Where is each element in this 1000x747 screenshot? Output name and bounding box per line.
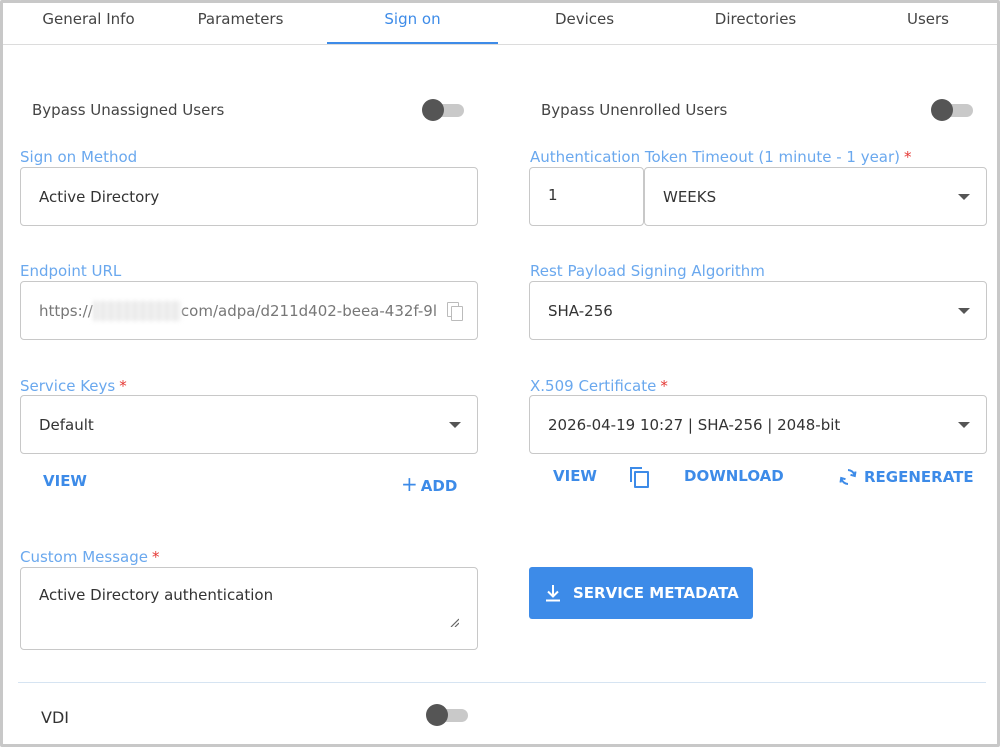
- vdi-label: VDI: [41, 708, 69, 727]
- custom-message-value: Active Directory authentication: [39, 586, 274, 604]
- auth-timeout-amount-value: 1: [548, 186, 558, 204]
- plus-icon: +: [401, 472, 418, 496]
- sign-on-method-value: Active Directory: [39, 187, 160, 206]
- certificate-regenerate-button[interactable]: REGENERATE: [838, 467, 974, 487]
- bypass-unenrolled-label: Bypass Unenrolled Users: [541, 101, 728, 119]
- service-metadata-button[interactable]: SERVICE METADATA: [529, 567, 753, 619]
- tab-parameters[interactable]: Parameters: [155, 3, 326, 44]
- auth-timeout-label: Authentication Token Timeout (1 minute -…: [530, 148, 912, 166]
- toggle-knob: [931, 99, 953, 121]
- service-keys-add-button[interactable]: + ADD: [401, 472, 457, 496]
- chevron-down-icon: [958, 307, 970, 314]
- bypass-unassigned-toggle[interactable]: [422, 99, 464, 121]
- download-icon: [546, 585, 560, 602]
- rest-payload-label: Rest Payload Signing Algorithm: [530, 262, 765, 280]
- sign-on-method-field[interactable]: Active Directory: [20, 167, 478, 226]
- auth-timeout-amount-input[interactable]: 1: [529, 167, 644, 226]
- rest-payload-select[interactable]: SHA-256: [529, 281, 987, 340]
- certificate-label: X.509 Certificate *: [530, 377, 668, 395]
- regenerate-label: REGENERATE: [864, 468, 974, 486]
- tab-general-info[interactable]: General Info: [3, 3, 174, 44]
- required-mark: *: [904, 148, 912, 166]
- tab-bar: General Info Parameters Sign on Devices …: [3, 3, 997, 45]
- certificate-value: 2026-04-19 10:27 | SHA-256 | 2048-bit: [548, 415, 841, 434]
- required-mark: *: [660, 377, 668, 395]
- certificate-select[interactable]: 2026-04-19 10:27 | SHA-256 | 2048-bit: [529, 395, 987, 454]
- tab-devices[interactable]: Devices: [499, 3, 670, 44]
- refresh-icon: [839, 469, 857, 485]
- bypass-unenrolled-toggle[interactable]: [931, 99, 973, 121]
- endpoint-url-label: Endpoint URL: [20, 262, 122, 280]
- chevron-down-icon: [958, 193, 970, 200]
- endpoint-url-suffix: com/adpa/d211d402-beea-432f-9l: [180, 301, 437, 320]
- custom-message-label: Custom Message *: [20, 548, 159, 566]
- certificate-download-button[interactable]: DOWNLOAD: [684, 467, 784, 485]
- endpoint-url-prefix: https://: [39, 301, 93, 320]
- certificate-view-button[interactable]: VIEW: [553, 467, 597, 485]
- toggle-knob: [422, 99, 444, 121]
- service-keys-label-text: Service Keys: [20, 377, 116, 395]
- service-keys-view-button[interactable]: VIEW: [43, 472, 87, 490]
- auth-timeout-label-text: Authentication Token Timeout (1 minute -…: [530, 148, 901, 166]
- chevron-down-icon: [449, 421, 461, 428]
- required-mark: *: [151, 548, 160, 566]
- redacted-host: [92, 300, 181, 321]
- service-keys-label: Service Keys *: [20, 377, 127, 395]
- service-keys-select[interactable]: Default: [20, 395, 478, 454]
- resize-grip-icon[interactable]: [449, 617, 459, 627]
- tab-directories[interactable]: Directories: [670, 3, 841, 44]
- custom-message-label-text: Custom Message: [20, 548, 148, 566]
- rest-payload-value: SHA-256: [548, 301, 613, 320]
- auth-timeout-unit-value: WEEKS: [663, 187, 717, 206]
- required-mark: *: [119, 377, 127, 395]
- service-metadata-label: SERVICE METADATA: [573, 584, 739, 602]
- bypass-unassigned-label: Bypass Unassigned Users: [32, 101, 225, 119]
- toggle-knob: [426, 704, 448, 726]
- tab-sign-on[interactable]: Sign on: [327, 3, 498, 44]
- copy-icon[interactable]: [630, 467, 649, 488]
- vdi-toggle[interactable]: [426, 704, 468, 726]
- chevron-down-icon: [958, 421, 970, 428]
- add-label: ADD: [420, 477, 458, 495]
- copy-icon[interactable]: [447, 301, 463, 321]
- auth-timeout-unit-select[interactable]: WEEKS: [644, 167, 987, 226]
- sign-on-method-label: Sign on Method: [20, 148, 138, 166]
- service-keys-value: Default: [39, 415, 94, 434]
- section-divider: [18, 682, 986, 683]
- custom-message-textarea[interactable]: Active Directory authentication: [20, 567, 478, 650]
- endpoint-url-field[interactable]: https:// com/adpa/d211d402-beea-432f-9l: [20, 281, 478, 340]
- certificate-label-text: X.509 Certificate: [530, 377, 657, 395]
- tab-users[interactable]: Users: [843, 3, 1000, 44]
